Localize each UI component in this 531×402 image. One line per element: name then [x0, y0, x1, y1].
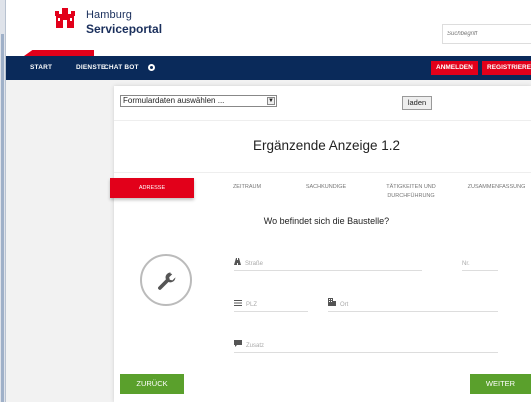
load-button[interactable]: laden	[402, 96, 432, 110]
tab-taetigkeiten[interactable]: TÄTIGKEITEN UND DURCHFÜHRUNG	[378, 180, 444, 204]
brand-title[interactable]: Hamburg Serviceportal	[86, 9, 163, 36]
brand-line2: Serviceportal	[86, 22, 163, 36]
brand-line1: Hamburg	[86, 9, 132, 21]
city-placeholder: Ort	[340, 302, 349, 308]
page-title: Ergänzende Anzeige 1.2	[252, 138, 401, 153]
tab-adresse[interactable]: ADRESSE	[110, 178, 194, 198]
form-data-select[interactable]: Formulardaten auswählen ... ▼	[120, 95, 277, 107]
road-icon	[234, 257, 241, 271]
tab-zusammenfassung[interactable]: ZUSAMMENFASSUNG	[462, 180, 531, 204]
street-placeholder: Straße	[245, 261, 264, 267]
comment-icon	[234, 339, 242, 353]
house-number-field[interactable]: Nr.	[462, 257, 498, 271]
extra-field[interactable]: Zusatz	[234, 339, 498, 353]
building-icon	[328, 298, 336, 312]
form-data-select-value: Formulardaten auswählen ...	[123, 96, 225, 105]
tab-sachkundige[interactable]: SACHKUNDIGE	[300, 180, 352, 204]
tool-badge	[140, 254, 192, 306]
chevron-down-icon[interactable]: ▼	[267, 97, 275, 105]
extra-placeholder: Zusatz	[246, 343, 265, 349]
form-card: Formulardaten auswählen ... ▼ laden Ergä…	[110, 86, 531, 402]
site-header: Hamburg Serviceportal	[6, 0, 531, 56]
nav-dienste[interactable]: DIENSTE	[76, 56, 106, 80]
section-question: Wo befindet sich die Baustelle?	[263, 216, 390, 226]
main-nav: START DIENSTE CHAT BOT ANMELDEN REGISTRI…	[6, 56, 531, 80]
wrench-icon	[158, 272, 176, 290]
nav-chat-bot[interactable]: CHAT BOT	[104, 56, 139, 80]
zip-field[interactable]: PLZ	[234, 298, 308, 312]
city-field[interactable]: Ort	[328, 298, 498, 312]
login-button[interactable]: ANMELDEN	[431, 61, 478, 75]
zip-placeholder: PLZ	[246, 302, 258, 308]
divider	[114, 120, 531, 121]
tab-zeitraum[interactable]: ZEITRAUM	[224, 180, 270, 204]
chat-bot-icon[interactable]	[148, 64, 155, 71]
divider	[114, 172, 531, 173]
house-number-placeholder: Nr.	[462, 261, 470, 267]
register-button[interactable]: REGISTRIEREN	[482, 61, 531, 75]
street-field[interactable]: Straße	[234, 257, 422, 271]
hamburg-logo-icon[interactable]	[52, 6, 78, 30]
search-input[interactable]	[442, 24, 531, 44]
nav-start[interactable]: START	[30, 56, 52, 80]
window-edge-line	[1, 34, 4, 402]
back-button[interactable]: ZURÜCK	[120, 374, 184, 394]
next-button[interactable]: WEITER	[470, 374, 531, 394]
grid-icon	[234, 298, 242, 312]
step-tabs: ADRESSE ZEITRAUM SACHKUNDIGE TÄTIGKEITEN…	[110, 178, 531, 204]
